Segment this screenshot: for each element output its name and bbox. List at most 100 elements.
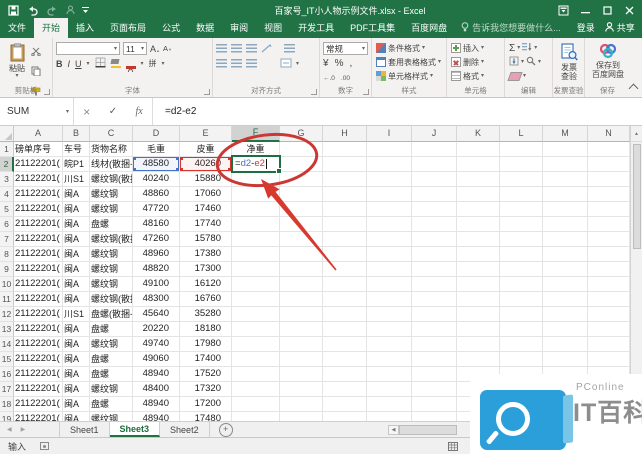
cell-D5[interactable]: 47720	[133, 202, 180, 217]
cell-E7[interactable]: 15780	[180, 232, 232, 247]
underline-button[interactable]: U	[75, 59, 82, 69]
cell-A1[interactable]: 磅单序号	[14, 142, 63, 157]
clear-icon[interactable]	[507, 72, 522, 81]
cell-I11[interactable]	[367, 292, 412, 307]
cell-F7[interactable]	[232, 232, 280, 247]
row-header-16[interactable]: 16	[0, 367, 14, 382]
cell-I19[interactable]	[367, 412, 412, 421]
cell-F16[interactable]	[232, 367, 280, 382]
cell-G10[interactable]	[280, 277, 323, 292]
cell-K6[interactable]	[457, 217, 500, 232]
cell-I8[interactable]	[367, 247, 412, 262]
cell-M7[interactable]	[543, 232, 588, 247]
column-header-C[interactable]: C	[90, 126, 133, 142]
decrease-decimal-icon[interactable]: .00	[341, 75, 350, 82]
cell-E14[interactable]: 17980	[180, 337, 232, 352]
number-dialog-launcher[interactable]	[363, 89, 369, 95]
cell-D6[interactable]: 48160	[133, 217, 180, 232]
column-header-J[interactable]: J	[412, 126, 457, 142]
cell-L4[interactable]	[500, 187, 543, 202]
cell-I14[interactable]	[367, 337, 412, 352]
horizontal-scroll-thumb[interactable]	[399, 425, 457, 435]
cell-B13[interactable]: 闽A	[63, 322, 90, 337]
cell-B1[interactable]: 车号	[63, 142, 90, 157]
cell-L14[interactable]	[500, 337, 543, 352]
column-header-H[interactable]: H	[323, 126, 367, 142]
cell-H13[interactable]	[323, 322, 367, 337]
cell-L12[interactable]	[500, 307, 543, 322]
cell-A4[interactable]: 21122201(	[14, 187, 63, 202]
cell-N10[interactable]	[588, 277, 630, 292]
cell-L15[interactable]	[500, 352, 543, 367]
select-all-corner[interactable]	[0, 126, 14, 142]
cell-A7[interactable]: 21122201(	[14, 232, 63, 247]
cell-B14[interactable]: 闽A	[63, 337, 90, 352]
cell-D4[interactable]: 48860	[133, 187, 180, 202]
fill-down-icon[interactable]	[509, 53, 519, 71]
cell-M11[interactable]	[543, 292, 588, 307]
cell-I13[interactable]	[367, 322, 412, 337]
cell-L1[interactable]	[500, 142, 543, 157]
cell-G2[interactable]	[280, 157, 323, 172]
cell-E12[interactable]: 35280	[180, 307, 232, 322]
cell-A17[interactable]: 21122201(	[14, 382, 63, 397]
cell-J15[interactable]	[412, 352, 457, 367]
shrink-font-button[interactable]: A▼	[163, 44, 172, 53]
cell-M4[interactable]	[543, 187, 588, 202]
cell-L13[interactable]	[500, 322, 543, 337]
cell-M3[interactable]	[543, 172, 588, 187]
vertical-scroll-thumb[interactable]	[633, 144, 641, 249]
cell-C7[interactable]: 螺纹钢(散捆	[90, 232, 133, 247]
cell-E5[interactable]: 17460	[180, 202, 232, 217]
cell-F9[interactable]	[232, 262, 280, 277]
cell-C17[interactable]: 螺纹钢	[90, 382, 133, 397]
cell-N1[interactable]	[588, 142, 630, 157]
font-size-combobox[interactable]: 11▾	[123, 42, 147, 55]
cell-J6[interactable]	[412, 217, 457, 232]
cell-C6[interactable]: 盘螺	[90, 217, 133, 232]
cell-B19[interactable]: 闽A	[63, 412, 90, 421]
cell-L5[interactable]	[500, 202, 543, 217]
cell-G3[interactable]	[280, 172, 323, 187]
column-header-E[interactable]: E	[180, 126, 232, 142]
cell-L6[interactable]	[500, 217, 543, 232]
cell-C11[interactable]: 螺纹钢(散捆	[90, 292, 133, 307]
cell-G4[interactable]	[280, 187, 323, 202]
cell-C19[interactable]: 螺纹钢	[90, 412, 133, 421]
clipboard-dialog-launcher[interactable]	[44, 89, 50, 95]
cell-E13[interactable]: 18180	[180, 322, 232, 337]
cell-C12[interactable]: 盘螺(散捆-	[90, 307, 133, 322]
cell-F17[interactable]	[232, 382, 280, 397]
cell-A11[interactable]: 21122201(	[14, 292, 63, 307]
format-cells-button[interactable]: 格式 ▾	[450, 69, 502, 83]
cell-G12[interactable]	[280, 307, 323, 322]
cell-K13[interactable]	[457, 322, 500, 337]
name-box[interactable]: SUM ▾	[0, 98, 74, 125]
cell-J3[interactable]	[412, 172, 457, 187]
cell-I2[interactable]	[367, 157, 412, 172]
cell-L3[interactable]	[500, 172, 543, 187]
cell-E19[interactable]: 17480	[180, 412, 232, 421]
cell-B4[interactable]: 闽A	[63, 187, 90, 202]
row-header-2[interactable]: 2	[0, 157, 14, 172]
cell-N8[interactable]	[588, 247, 630, 262]
tab-页面布局[interactable]: 页面布局	[102, 18, 154, 38]
cell-G9[interactable]	[280, 262, 323, 277]
cell-A6[interactable]: 21122201(	[14, 217, 63, 232]
cell-L9[interactable]	[500, 262, 543, 277]
cell-F19[interactable]	[232, 412, 280, 421]
cell-K14[interactable]	[457, 337, 500, 352]
cell-H2[interactable]	[323, 157, 367, 172]
cell-H9[interactable]	[323, 262, 367, 277]
cell-M2[interactable]	[543, 157, 588, 172]
cell-J8[interactable]	[412, 247, 457, 262]
cell-N5[interactable]	[588, 202, 630, 217]
column-header-M[interactable]: M	[543, 126, 588, 142]
cell-M13[interactable]	[543, 322, 588, 337]
tab-PDF工具集[interactable]: PDF工具集	[342, 18, 403, 38]
cell-N6[interactable]	[588, 217, 630, 232]
cell-I3[interactable]	[367, 172, 412, 187]
merge-center-icon[interactable]	[280, 55, 292, 73]
cell-K15[interactable]	[457, 352, 500, 367]
find-select-icon[interactable]	[526, 53, 536, 71]
